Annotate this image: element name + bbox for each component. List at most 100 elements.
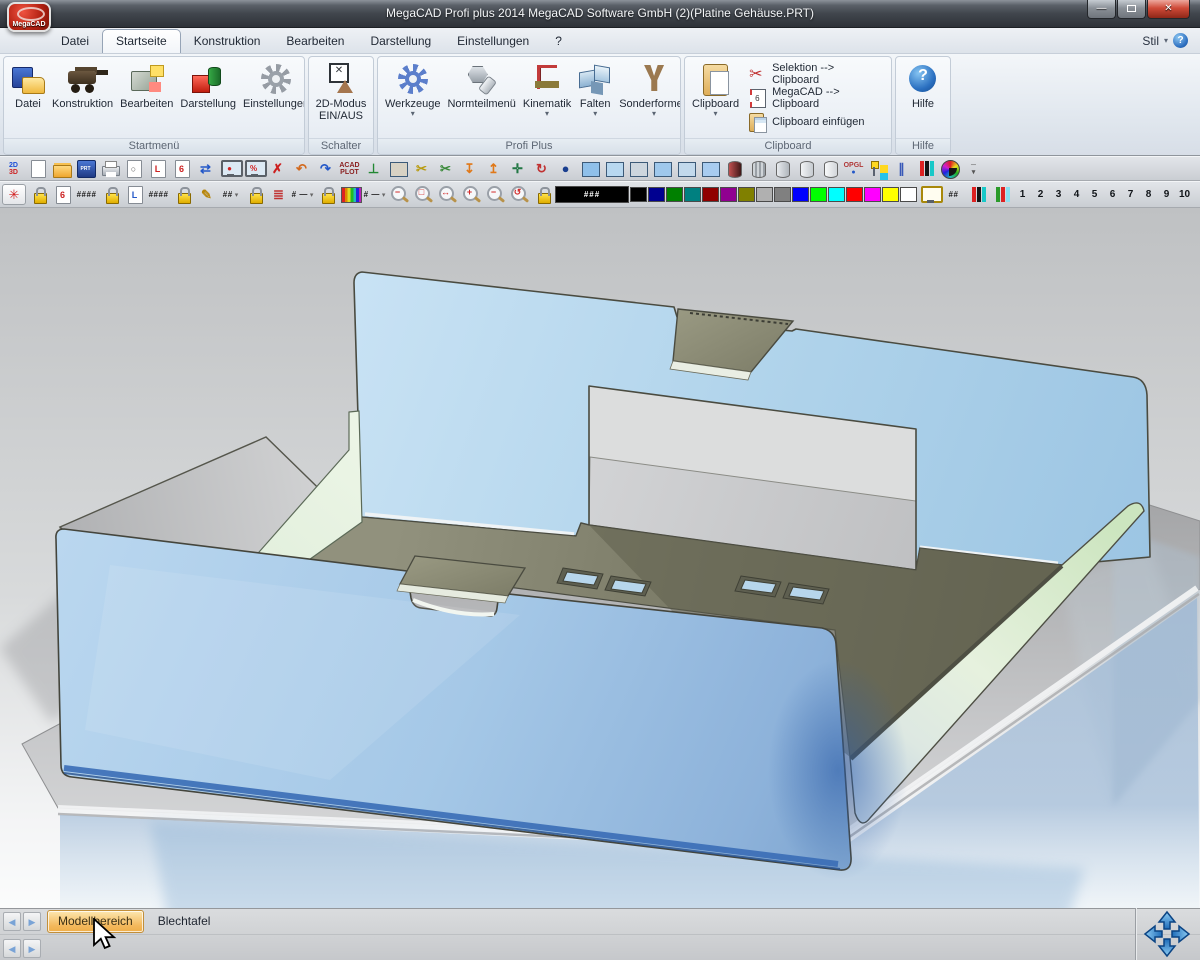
pen-style-button[interactable]: ✎ (195, 184, 218, 205)
undo-button[interactable]: ↶ (290, 158, 313, 179)
konstruktion-button[interactable]: Konstruktion (49, 60, 116, 112)
save-prt-button[interactable]: PRT (74, 158, 97, 179)
attribute-highlight-button[interactable]: ✳ (2, 184, 26, 205)
lock-attributes-button[interactable] (27, 184, 50, 205)
move-copy-button[interactable]: ⇄ (194, 158, 217, 179)
rotate-view-button[interactable]: ↻ (530, 158, 553, 179)
zoom-out-button[interactable]: − (387, 184, 410, 205)
darstellung-button[interactable]: Darstellung (177, 60, 239, 112)
datei-button[interactable]: Datei (8, 60, 48, 112)
zoom-fit-button[interactable]: ↔ (435, 184, 458, 205)
color-swatch-white[interactable] (900, 187, 917, 202)
group-number-display[interactable]: #### (75, 184, 98, 205)
tab-blechtafel[interactable]: Blechtafel (148, 911, 221, 932)
title-bar[interactable]: MegaCAD Profi plus 2014 MegaCAD Software… (0, 0, 1200, 28)
tab-konstruktion[interactable]: Konstruktion (181, 30, 274, 53)
einstellungen-button[interactable]: Einstellungen (240, 60, 305, 112)
render-flat-button[interactable] (794, 158, 817, 179)
zoom-in-button[interactable]: + (459, 184, 482, 205)
quick-layer-10[interactable]: 10 (1176, 184, 1193, 205)
close-button[interactable]: ✕ (1147, 0, 1190, 19)
cut-elements-button[interactable]: ✂ (410, 158, 433, 179)
color-swatch-red[interactable] (846, 187, 863, 202)
color-wheel-button[interactable] (938, 158, 961, 179)
print-preview-button[interactable]: ○ (122, 158, 145, 179)
screen-scale-button[interactable]: % (242, 158, 265, 179)
pen-number-display[interactable]: ##▾ (219, 184, 242, 205)
insert-down-button[interactable]: ↧ (458, 158, 481, 179)
layer-color-list-1[interactable] (966, 184, 989, 205)
line-style-button[interactable]: ≣ (267, 184, 290, 205)
quick-layer-2[interactable]: 2 (1032, 184, 1049, 205)
color-swatch-navy[interactable] (648, 187, 665, 202)
render-wireframe-button[interactable] (746, 158, 769, 179)
color-swatch-lime[interactable] (810, 187, 827, 202)
pan-navigation-icon[interactable] (1142, 910, 1192, 958)
view-iso-5-button[interactable] (674, 158, 697, 179)
kinematik-button[interactable]: Kinematik ▾ (520, 60, 574, 119)
toggle-2d-3d-view[interactable]: 2D3D (2, 158, 25, 179)
werkzeuge-button[interactable]: Werkzeuge ▾ (382, 60, 443, 119)
color-swatch-gray[interactable] (774, 187, 791, 202)
color-swatch-teal[interactable] (684, 187, 701, 202)
line-type-display[interactable]: # —▾ (291, 184, 314, 205)
clipboard-einfuegen-button[interactable]: Clipboard einfügen (743, 110, 887, 134)
redo-button[interactable]: ↷ (314, 158, 337, 179)
tab-datei[interactable]: Datei (48, 30, 102, 53)
acad-plot-button[interactable]: ACADPLOT (338, 158, 361, 179)
lock-pens-button[interactable] (243, 184, 266, 205)
color-number-display[interactable]: ## (942, 184, 965, 205)
view-window-button[interactable] (698, 158, 721, 179)
minimize-button[interactable]: — (1087, 0, 1116, 19)
2d-modus-button[interactable]: 2D-Modus EIN/AUS (309, 60, 373, 124)
group-page-button[interactable]: 6 (51, 184, 74, 205)
sonderformen-button[interactable]: Sonderformen ▾ (616, 60, 681, 119)
color-swatch-purple[interactable] (720, 187, 737, 202)
parallel-view-button[interactable]: ∥ (890, 158, 913, 179)
tab-scroll-right-button[interactable]: ▶ (23, 912, 41, 931)
bearbeiten-button[interactable]: Bearbeiten (117, 60, 176, 112)
shaded-view-button[interactable]: ● (554, 158, 577, 179)
new-file-button[interactable] (26, 158, 49, 179)
quick-layer-5[interactable]: 5 (1086, 184, 1103, 205)
extract-up-button[interactable]: ↥ (482, 158, 505, 179)
multicolor-list-button[interactable] (914, 158, 937, 179)
maximize-button[interactable] (1117, 0, 1146, 19)
toolbar-overflow-button[interactable]: ─▾ (962, 158, 985, 179)
layer-number-display[interactable]: #### (147, 184, 170, 205)
hscroll-right-button[interactable]: ▶ (23, 939, 41, 958)
color-palette-button[interactable] (339, 184, 362, 205)
quick-layer-8[interactable]: 8 (1140, 184, 1157, 205)
tab-bearbeiten[interactable]: Bearbeiten (273, 30, 357, 53)
zoom-window-button[interactable]: □ (411, 184, 434, 205)
color-swatch-darkred[interactable] (702, 187, 719, 202)
zoom-reduce-button[interactable]: − (483, 184, 506, 205)
current-color-display[interactable]: ### (555, 186, 629, 203)
zoom-previous-button[interactable]: ↺ (507, 184, 530, 205)
color-swatch-cyan[interactable] (828, 187, 845, 202)
opengl-settings-button[interactable]: OPGL● (842, 158, 865, 179)
tab-scroll-left-button[interactable]: ◀ (3, 912, 21, 931)
axes-3d-button[interactable]: ✛ (506, 158, 529, 179)
lock-layers-button[interactable] (171, 184, 194, 205)
view-iso-2-button[interactable] (602, 158, 625, 179)
hscroll-left-button[interactable]: ◀ (3, 939, 21, 958)
color-swatch-magenta[interactable] (864, 187, 881, 202)
coordinate-axes-button[interactable]: ⊥ (362, 158, 385, 179)
clipboard-button[interactable]: Clipboard ▾ (689, 60, 742, 119)
view-iso-3-button[interactable] (626, 158, 649, 179)
quick-layer-4[interactable]: 4 (1068, 184, 1085, 205)
print-button[interactable] (98, 158, 121, 179)
viewport-3d[interactable] (0, 208, 1200, 908)
view-iso-4-button[interactable] (650, 158, 673, 179)
color-swatch-black[interactable] (630, 187, 647, 202)
quick-layer-1[interactable]: 1 (1014, 184, 1031, 205)
layer-page-button[interactable]: L (123, 184, 146, 205)
open-file-button[interactable] (50, 158, 73, 179)
screen-color-button[interactable] (918, 184, 941, 205)
selektion-clipboard-button[interactable]: Selektion --> Clipboard (743, 62, 887, 86)
style-selector[interactable]: Stil▾ ? (1142, 33, 1188, 48)
delete-elements-button[interactable]: ✗ (266, 158, 289, 179)
quick-layer-7[interactable]: 7 (1122, 184, 1139, 205)
cut-move-button[interactable]: ✂ (434, 158, 457, 179)
